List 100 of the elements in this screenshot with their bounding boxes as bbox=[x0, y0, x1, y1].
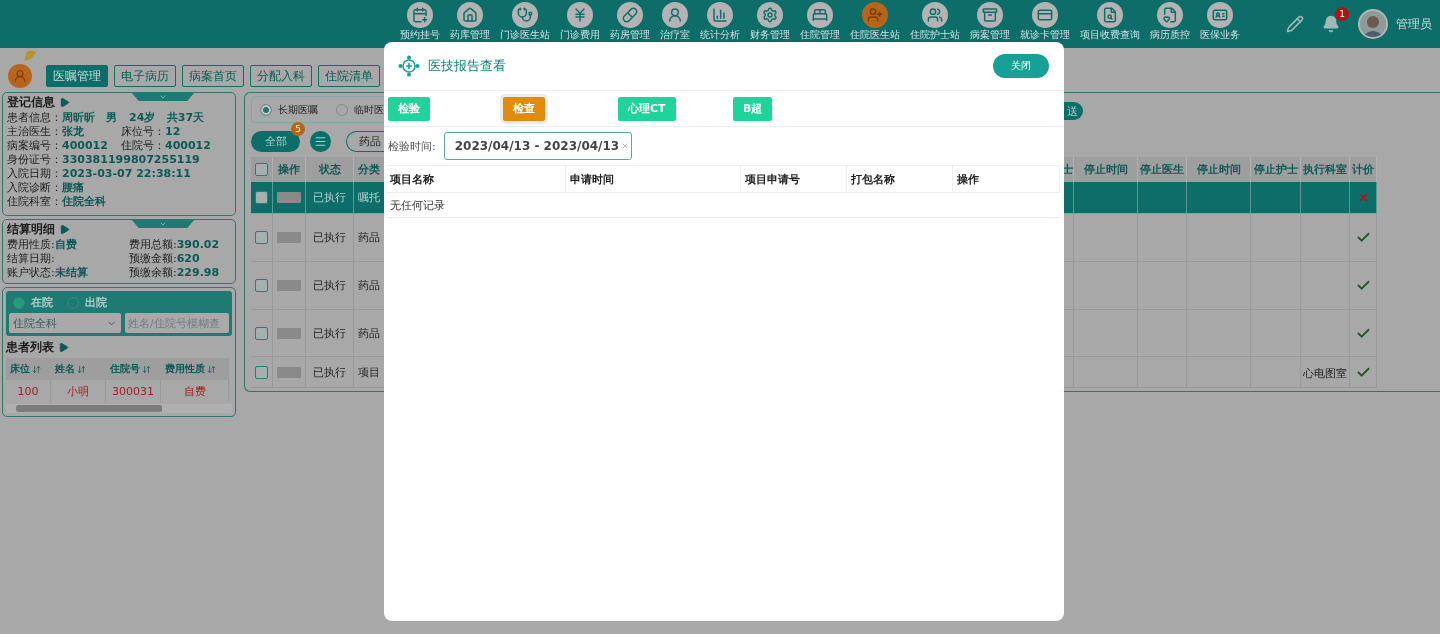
table-cell[interactable] bbox=[251, 262, 273, 310]
nav-item[interactable]: 统计分析 bbox=[700, 2, 740, 40]
field-value: 330381199807255119 bbox=[62, 153, 200, 167]
sort-icon[interactable] bbox=[32, 364, 41, 374]
table-cell[interactable] bbox=[251, 214, 273, 262]
table-cell[interactable] bbox=[251, 182, 273, 214]
column-header: 项目名称 bbox=[386, 166, 566, 193]
action-tag[interactable] bbox=[277, 327, 301, 339]
column-header[interactable]: 姓名 bbox=[51, 358, 106, 380]
field-label: 住院号： bbox=[121, 139, 165, 153]
field-label: 费用总额: bbox=[129, 238, 177, 252]
nav-item[interactable]: 治疗室 bbox=[660, 2, 690, 40]
radio-label: 在院 bbox=[31, 295, 53, 310]
page-tab[interactable]: 医嘱管理 bbox=[46, 65, 108, 87]
node-plus-icon bbox=[398, 55, 420, 77]
table-cell: 嘱托 bbox=[354, 182, 385, 214]
radio-label: 临时医 bbox=[354, 102, 384, 117]
menu-button[interactable] bbox=[310, 131, 331, 152]
horizontal-scrollbar[interactable] bbox=[6, 404, 232, 413]
column-header: 操作 bbox=[953, 166, 1060, 193]
close-button[interactable]: 关闭 bbox=[993, 54, 1049, 78]
bell-icon[interactable] bbox=[1322, 15, 1340, 33]
panel-title: 结算明细 bbox=[7, 221, 55, 238]
table-cell bbox=[1074, 182, 1138, 214]
nav-item[interactable]: 住院医生站 bbox=[850, 2, 900, 40]
column-header: 计价 bbox=[1350, 157, 1377, 182]
field-value: 229.98 bbox=[176, 266, 220, 280]
checkbox[interactable] bbox=[255, 191, 268, 204]
column-header: 停止时间 bbox=[1074, 157, 1138, 182]
nav-item[interactable]: 项目收费查询 bbox=[1080, 2, 1140, 40]
table-cell bbox=[1251, 182, 1301, 214]
department-select[interactable]: 住院全科 bbox=[9, 313, 121, 333]
nav-item[interactable]: 预约挂号 bbox=[400, 2, 440, 40]
field-label: 检验时间: bbox=[388, 138, 436, 154]
page-tab[interactable]: 住院清单 bbox=[318, 65, 380, 87]
action-tag[interactable] bbox=[277, 366, 301, 378]
table-cell bbox=[1074, 214, 1138, 262]
leaf-icon bbox=[23, 50, 37, 62]
column-header: 停止医生 bbox=[1138, 157, 1187, 182]
checkbox[interactable] bbox=[255, 279, 268, 292]
table-cell[interactable] bbox=[251, 357, 273, 388]
radio-button[interactable] bbox=[13, 296, 25, 309]
column-header[interactable]: 费用性质 bbox=[161, 358, 229, 380]
sort-icon[interactable] bbox=[142, 364, 151, 374]
column-header[interactable]: 床位 bbox=[6, 358, 51, 380]
expand-icon[interactable] bbox=[59, 97, 70, 108]
nav-item[interactable]: 门诊医生站 bbox=[500, 2, 550, 40]
doctor-avatar-icon bbox=[8, 64, 32, 88]
clear-icon[interactable] bbox=[621, 142, 630, 150]
radio-button[interactable] bbox=[260, 103, 272, 116]
page-tab[interactable]: 病案首页 bbox=[182, 65, 244, 87]
page-tab[interactable]: 电子病历 bbox=[114, 65, 176, 87]
count-badge: 5 bbox=[291, 122, 305, 136]
field-value: 400012 bbox=[165, 139, 211, 153]
nav-item[interactable]: 药库管理 bbox=[450, 2, 490, 40]
nav-item[interactable]: 病历质控 bbox=[1150, 2, 1190, 40]
field-value: 未结算 bbox=[54, 266, 88, 280]
checkbox[interactable] bbox=[255, 365, 268, 379]
nav-item[interactable]: 药房管理 bbox=[610, 2, 650, 40]
checkbox[interactable] bbox=[255, 231, 268, 244]
column-header: 操作 bbox=[273, 157, 306, 182]
nav-item[interactable]: 医保业务 bbox=[1200, 2, 1240, 40]
nav-item[interactable]: 财务管理 bbox=[750, 2, 790, 40]
field-value: 住院全科 bbox=[62, 195, 106, 209]
table-cell: 自费 bbox=[161, 380, 229, 402]
collapse-tab[interactable] bbox=[131, 92, 195, 101]
dialog-title: 医技报告查看 bbox=[428, 57, 507, 75]
nav-item[interactable]: 住院管理 bbox=[800, 2, 840, 40]
edit-icon[interactable] bbox=[1286, 15, 1304, 33]
all-button[interactable]: 全部 bbox=[251, 131, 300, 152]
date-range-field[interactable]: 2023/04/13 - 2023/04/13 bbox=[443, 132, 633, 160]
nav-item[interactable]: 病案管理 bbox=[970, 2, 1010, 40]
user-avatar[interactable] bbox=[1358, 9, 1388, 39]
table-cell[interactable] bbox=[251, 310, 273, 357]
table-cell bbox=[1138, 182, 1187, 214]
expand-icon[interactable] bbox=[58, 342, 69, 353]
field-value: 12 bbox=[165, 125, 181, 139]
field-value: 周昕昕 男 24岁 共37天 bbox=[62, 111, 205, 125]
sort-icon[interactable] bbox=[77, 364, 86, 374]
nav-item[interactable]: 住院护士站 bbox=[910, 2, 960, 40]
report-tab[interactable]: 检查 bbox=[503, 96, 545, 121]
collapse-tab[interactable] bbox=[131, 219, 195, 228]
table-cell: 已执行 bbox=[306, 182, 354, 214]
sort-icon[interactable] bbox=[207, 364, 216, 374]
field-value: 390.02 bbox=[176, 238, 220, 252]
nav-item[interactable]: 门诊费用 bbox=[560, 2, 600, 40]
field-label: 结算日期: bbox=[7, 252, 55, 266]
page-tab[interactable]: 分配入科 bbox=[250, 65, 312, 87]
checkbox[interactable] bbox=[255, 163, 268, 176]
column-header[interactable]: 住院号 bbox=[106, 358, 161, 380]
panel-title: 登记信息 bbox=[7, 94, 55, 111]
user-name[interactable]: 管理员 bbox=[1396, 15, 1432, 33]
field-label: 主治医生： bbox=[7, 125, 62, 139]
menu-icon bbox=[313, 135, 327, 148]
nav-item[interactable]: 就诊卡管理 bbox=[1020, 2, 1070, 40]
table-cell bbox=[1138, 214, 1187, 262]
expand-icon[interactable] bbox=[59, 224, 70, 235]
checkbox[interactable] bbox=[255, 326, 268, 340]
table-cell: 心电图室 bbox=[1301, 357, 1350, 388]
field-value: 400012 bbox=[62, 139, 108, 153]
